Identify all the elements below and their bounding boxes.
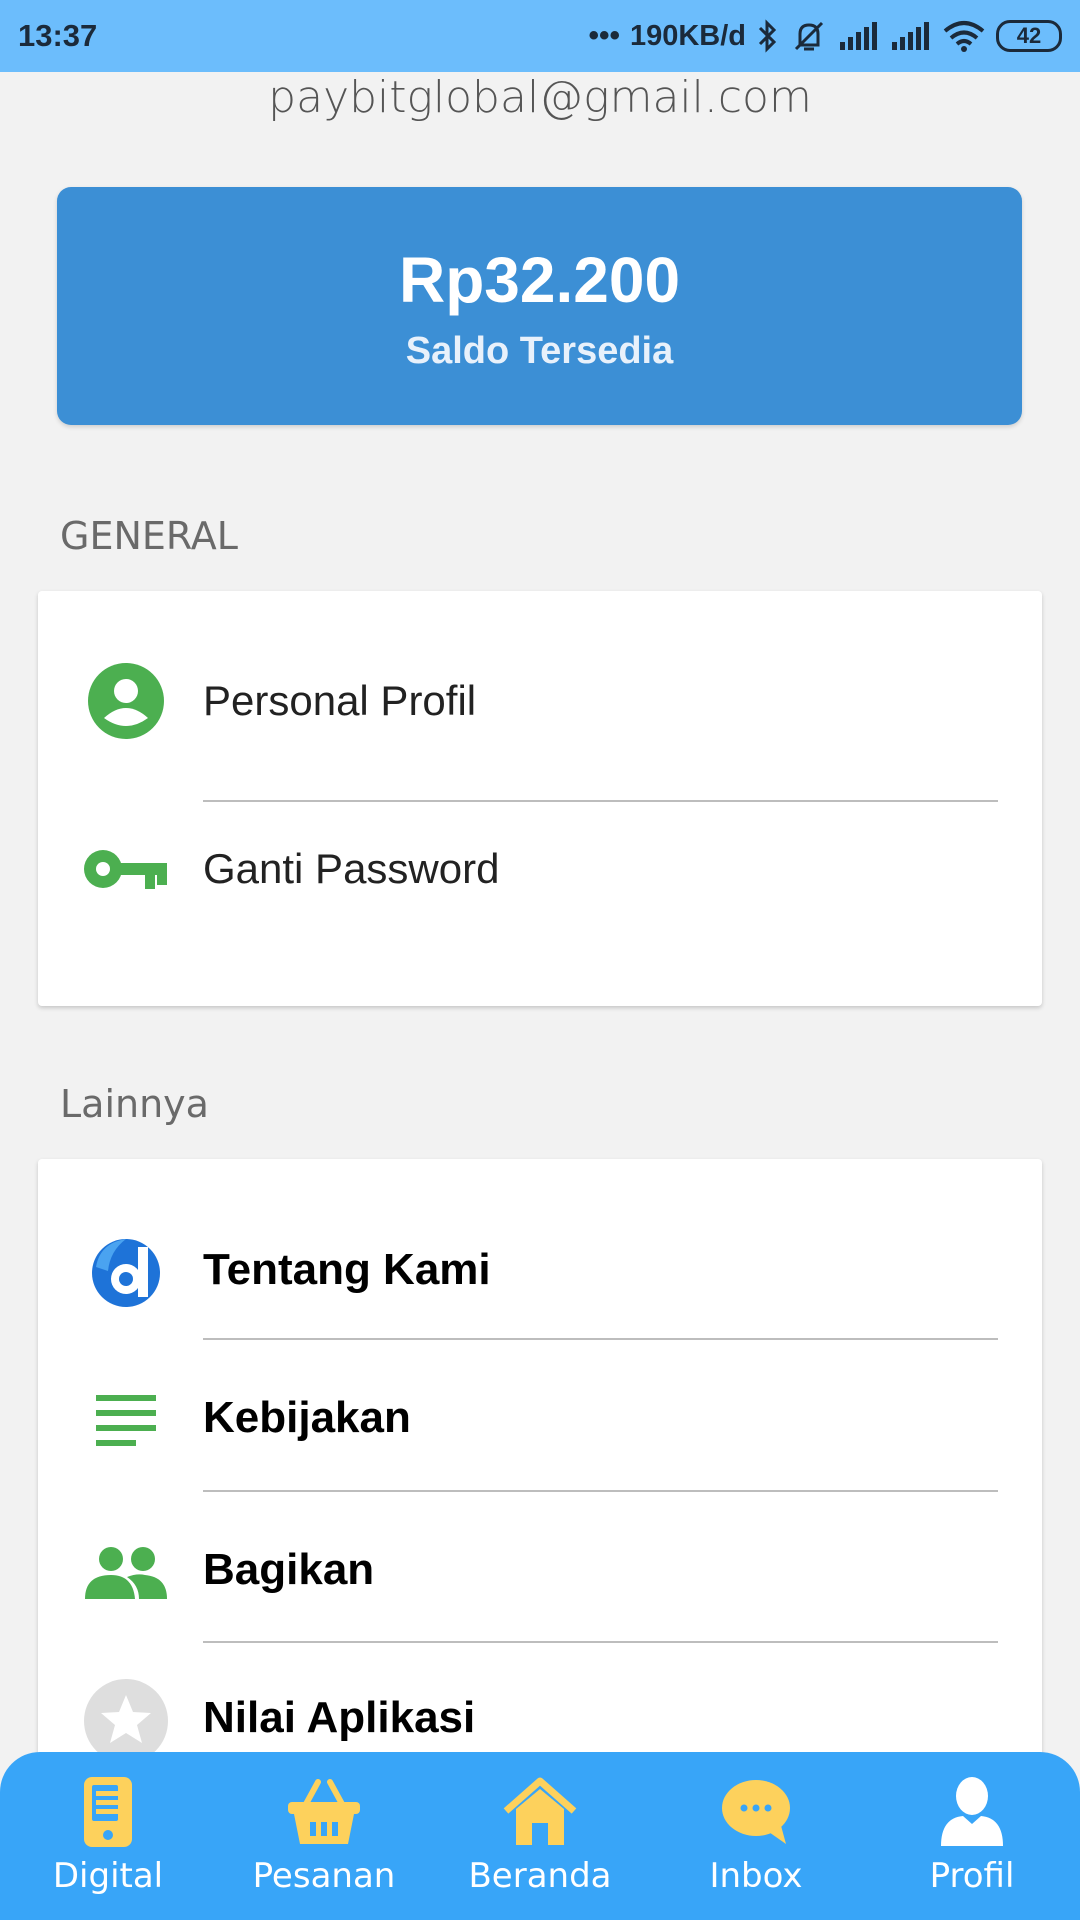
menu-item-tentang-kami[interactable]: Tentang Kami: [38, 1231, 1042, 1315]
battery-indicator: 42: [996, 20, 1062, 52]
bell-muted-icon: [794, 21, 824, 51]
section-title-general: GENERAL: [60, 514, 238, 558]
nav-label-beranda: Beranda: [468, 1856, 612, 1896]
others-card: Tentang Kami Kebijakan Bagikan Nilai Apl…: [38, 1159, 1042, 1799]
menu-item-bagikan[interactable]: Bagikan: [38, 1531, 1042, 1615]
nav-label-digital: Digital: [52, 1856, 164, 1896]
menu-label-ganti-password: Ganti Password: [203, 845, 500, 892]
bottom-navigation: Digital Pesanan Beranda Inbox Profil: [0, 1752, 1080, 1920]
people-icon: [82, 1531, 170, 1615]
divider: [203, 800, 998, 802]
menu-item-ganti-password[interactable]: Ganti Password: [38, 819, 1042, 919]
menu-item-kebijakan[interactable]: Kebijakan: [38, 1379, 1042, 1463]
wifi-icon: [943, 21, 985, 52]
menu-label-personal-profil: Personal Profil: [203, 677, 477, 724]
menu-label-kebijakan: Kebijakan: [203, 1393, 411, 1442]
divider: [203, 1490, 998, 1492]
general-card: Personal Profil Ganti Password: [38, 591, 1042, 1006]
bluetooth-icon: [758, 19, 777, 53]
basket-icon: [216, 1772, 432, 1852]
menu-item-personal-profil[interactable]: Personal Profil: [38, 651, 1042, 751]
person-circle-icon: [82, 651, 170, 751]
nav-label-inbox: Inbox: [709, 1856, 803, 1896]
status-bar: 13:37 ••• 190KB/d 42: [0, 0, 1080, 72]
balance-amount: Rp32.200: [398, 244, 681, 316]
user-icon: [864, 1772, 1080, 1852]
menu-label-bagikan: Bagikan: [203, 1545, 375, 1594]
section-title-lainnya: Lainnya: [60, 1082, 209, 1126]
menu-item-nilai-aplikasi[interactable]: Nilai Aplikasi: [38, 1679, 1042, 1763]
nav-label-pesanan: Pesanan: [252, 1856, 396, 1896]
signal-icon: [840, 22, 877, 50]
app-logo-icon: [82, 1231, 170, 1315]
divider: [203, 1641, 998, 1643]
nav-beranda[interactable]: Beranda: [432, 1752, 648, 1920]
nav-pesanan[interactable]: Pesanan: [216, 1752, 432, 1920]
signal-icon-2: [892, 22, 929, 50]
nav-label-profil: Profil: [929, 1856, 1015, 1896]
phone-icon: [0, 1772, 216, 1852]
status-icons: ••• 190KB/d 42: [588, 14, 1062, 58]
chat-icon: [648, 1772, 864, 1852]
divider: [203, 1338, 998, 1340]
home-icon: [432, 1772, 648, 1852]
star-icon: [82, 1679, 170, 1763]
more-dots-icon: •••: [588, 19, 620, 52]
menu-label-nilai-aplikasi: Nilai Aplikasi: [203, 1693, 476, 1742]
balance-card[interactable]: Rp32.200 Saldo Tersedia: [57, 187, 1022, 425]
nav-digital[interactable]: Digital: [0, 1752, 216, 1920]
network-speed: 190KB/d: [629, 19, 746, 52]
notes-icon: [82, 1379, 170, 1463]
status-time: 13:37: [18, 18, 98, 53]
nav-inbox[interactable]: Inbox: [648, 1752, 864, 1920]
account-email: paybitglobal@gmail.com: [268, 72, 812, 123]
battery-level: 42: [1016, 23, 1042, 48]
nav-profil[interactable]: Profil: [864, 1752, 1080, 1920]
key-icon: [82, 819, 170, 919]
menu-label-tentang-kami: Tentang Kami: [203, 1245, 491, 1294]
balance-label: Saldo Tersedia: [405, 330, 674, 372]
